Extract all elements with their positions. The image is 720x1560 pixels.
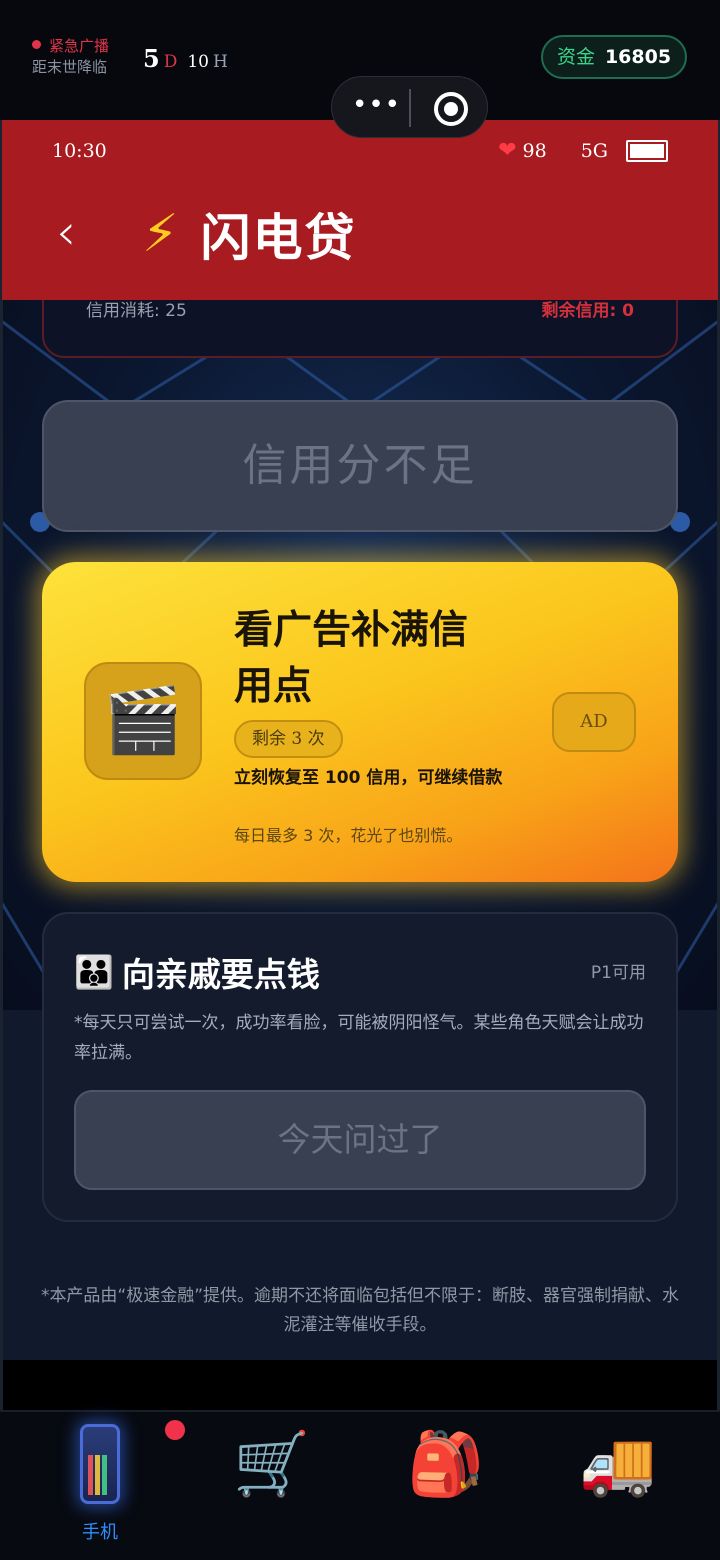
nav-item-shop[interactable]: 🛒: [202, 1412, 342, 1560]
phone-icon: [80, 1424, 120, 1504]
relatives-availability: P1可用: [590, 963, 646, 983]
backpack-icon: 🎒: [407, 1427, 485, 1500]
countdown-hours-unit: H: [212, 52, 228, 72]
alert-dot-icon: [32, 40, 41, 49]
ask-relatives-card: 👪 向亲戚要点钱 P1可用 *每天只可尝试一次，成功率看脸，可能被阴阳怪气。某些…: [42, 912, 678, 1222]
bottom-spacer: [0, 1360, 720, 1410]
miniprogram-capsule: •••: [331, 76, 488, 138]
relatives-header: 👪 向亲戚要点钱: [74, 948, 320, 996]
emergency-broadcast[interactable]: 紧急广播 距末世降临: [32, 36, 109, 78]
app-frame: 紧急广播 距末世降临 5 D 10 H 资金 16805 ••• 信用消耗: 25 剩余…: [0, 0, 720, 1560]
family-icon: 👪: [74, 953, 114, 991]
nav-item-phone[interactable]: 手机: [30, 1412, 185, 1560]
countdown-days-unit: D: [163, 52, 178, 72]
page-title-group: ⚡ 闪电贷: [142, 198, 357, 270]
shopping-cart-icon: 🛒: [233, 1427, 311, 1500]
battery-icon: [626, 139, 668, 162]
network-label: 5G: [580, 139, 608, 162]
capsule-divider: [409, 89, 411, 127]
ad-card-title: 看广告补满信用点: [234, 607, 469, 709]
relatives-title: 向亲戚要点钱: [121, 955, 320, 994]
nav-label-phone: 手机: [82, 1522, 118, 1543]
watch-ad-button[interactable]: AD: [552, 692, 636, 752]
status-time: 10:30: [52, 140, 107, 162]
lightning-icon: ⚡: [142, 204, 179, 264]
heart-icon: ❤: [498, 138, 517, 163]
broadcast-label: 紧急广播: [49, 37, 110, 55]
page-title: 闪电贷: [200, 209, 357, 267]
more-dots-icon[interactable]: •••: [352, 92, 400, 121]
clapperboard-icon: 🎬: [84, 662, 202, 780]
bottom-navigation: 手机 🛒 🎒 🚚: [0, 1410, 720, 1560]
notification-dot: [165, 1420, 185, 1440]
status-indicators: ❤ 98 5G: [498, 138, 668, 163]
chevron-left-icon: ‹: [56, 203, 76, 261]
watch-ad-card[interactable]: 🎬 看广告补满信用点 剩余 3 次 立刻恢复至 100 信用，可继续借款 每日最…: [42, 562, 678, 882]
nav-item-truck[interactable]: 🚚: [548, 1412, 688, 1560]
ad-card-note: 每日最多 3 次，花光了也别慌。: [234, 826, 463, 845]
countdown-hours: 10: [187, 52, 209, 72]
relatives-description: *每天只可尝试一次，成功率看脸，可能被阴阳怪气。某些角色天赋会让成功率拉满。: [74, 1013, 644, 1063]
doomsday-countdown: 5 D 10 H: [143, 44, 228, 73]
ad-card-description: 立刻恢复至 100 信用，可继续借款: [234, 768, 503, 788]
back-button[interactable]: ‹: [56, 204, 96, 264]
legal-disclaimer: *本产品由“极速金融”提供。逾期不还将面临包括但不限于：断肢、器官强制捐献、水泥…: [40, 1286, 680, 1335]
funds-badge[interactable]: 资金 16805: [541, 35, 687, 79]
countdown-days: 5: [143, 44, 160, 73]
truck-icon: 🚚: [579, 1427, 657, 1500]
funds-value: 16805: [604, 46, 672, 68]
app-header: 10:30 ❤ 98 5G ‹ ⚡ 闪电贷: [2, 120, 718, 300]
ad-remaining-badge: 剩余 3 次: [234, 720, 343, 758]
broadcast-subtitle: 距末世降临: [32, 58, 108, 76]
funds-label: 资金: [556, 46, 595, 68]
nav-item-backpack[interactable]: 🎒: [376, 1412, 516, 1560]
ask-relatives-button-disabled[interactable]: 今天问过了: [74, 1090, 646, 1190]
borrow-button-disabled[interactable]: 信用分不足: [42, 400, 678, 532]
battery-fill: [630, 143, 664, 158]
target-close-icon[interactable]: [434, 92, 468, 126]
health-value: 98: [522, 139, 547, 162]
